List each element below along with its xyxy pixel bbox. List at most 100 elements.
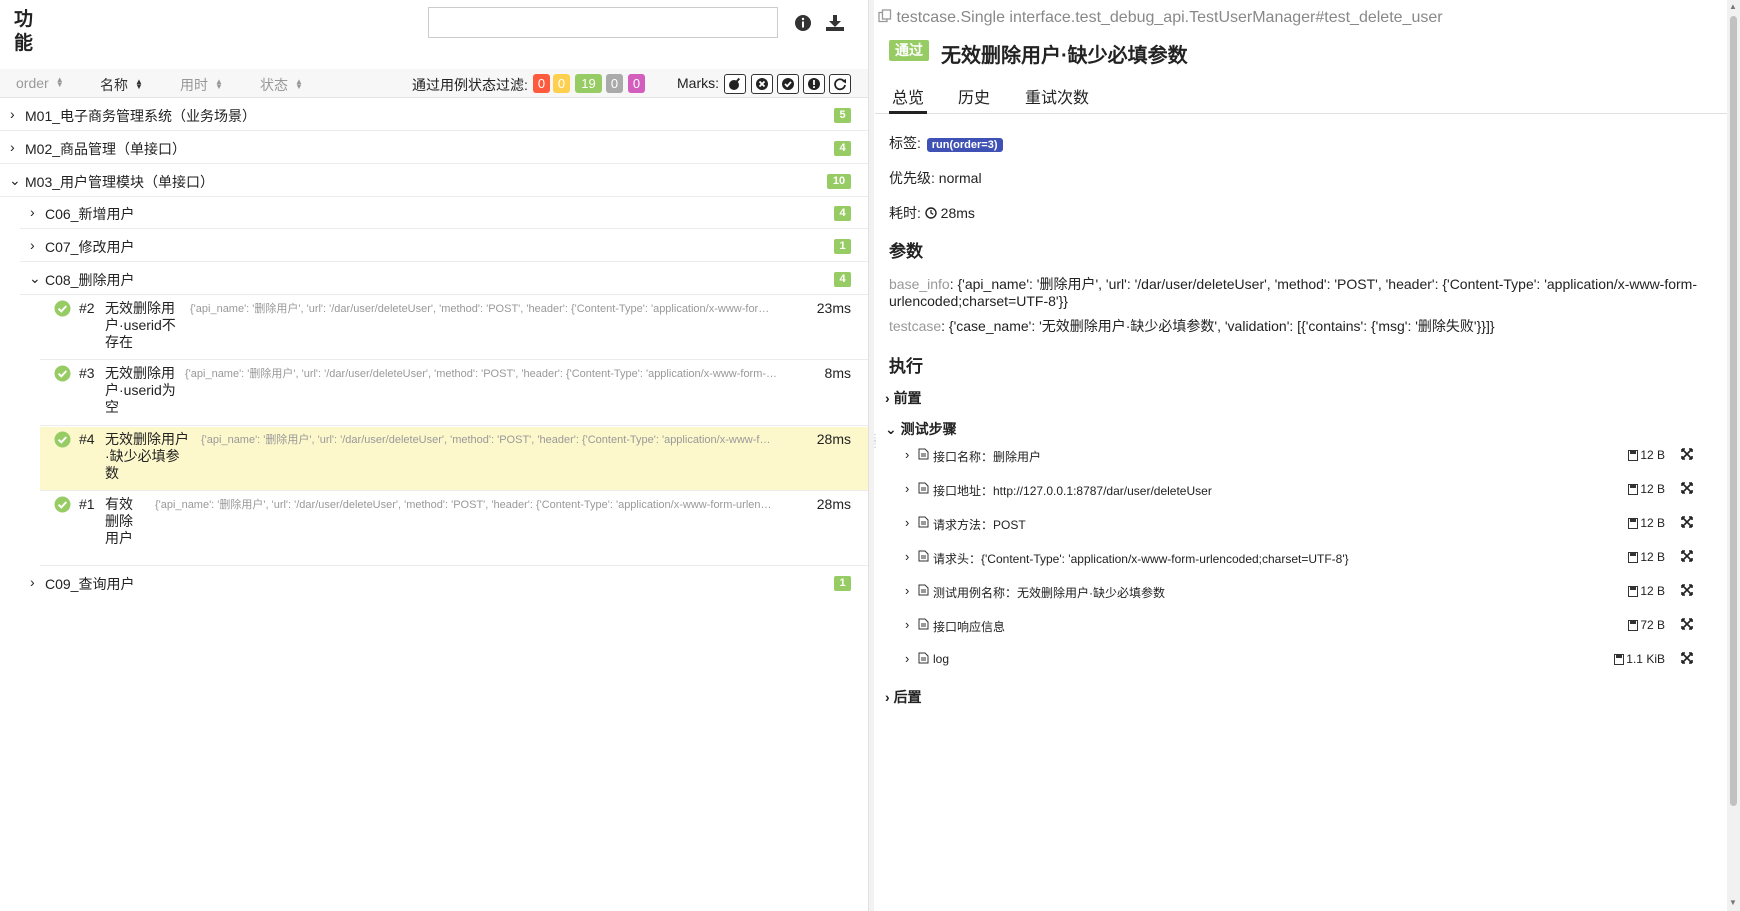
tab-history[interactable]: 历史 [958, 84, 990, 114]
scroll-down-icon[interactable]: ▼ [1729, 898, 1737, 907]
mark-new-passed-icon[interactable] [777, 74, 799, 94]
chevron-right-icon: › [30, 204, 35, 220]
count-badge: 4 [834, 272, 851, 287]
attachment-size: 12 B [1628, 584, 1665, 598]
tree-node-c08[interactable]: ⌄ C08_删除用户 4 [0, 270, 868, 292]
chevron-down-icon: ⌄ [29, 270, 41, 286]
params-heading: 参数 [889, 242, 923, 261]
tree-node-c09[interactable]: › C09_查询用户 1 [0, 574, 868, 596]
sort-name[interactable]: 名称 ▲ ▼ [100, 75, 143, 95]
priority-row: 优先级: normal [889, 170, 982, 186]
test-case-row[interactable]: #2 无效删除用户·userid不存在 {'api_name': '删除用户',… [40, 296, 868, 360]
chevron-right-icon: › [10, 139, 15, 155]
passed-icon [54, 431, 71, 453]
step-row[interactable]: › 接口地址：http://127.0.0.1:8787/dar/user/de… [905, 479, 1705, 501]
chevron-right-icon: › [905, 583, 910, 598]
mark-flaky-icon[interactable] [724, 74, 746, 94]
step-row[interactable]: › log 1.1 KiB [905, 649, 1705, 671]
mark-retries-icon[interactable] [829, 74, 851, 94]
document-icon [918, 652, 929, 667]
scroll-up-icon[interactable]: ▲ [1729, 2, 1737, 11]
divider [0, 163, 868, 164]
divider [0, 130, 868, 131]
step-row[interactable]: › 接口响应信息 72 B [905, 615, 1705, 637]
search-input[interactable] [428, 7, 778, 38]
tree-node-m02[interactable]: › M02_商品管理（单接口） 4 [0, 139, 868, 161]
tree-node-c07[interactable]: › C07_修改用户 1 [0, 237, 868, 259]
sort-bar: order ▲ ▼ 名称 ▲ ▼ 用时 ▲ ▼ 状态 ▲ ▼ 通过用例状态过滤: 0 0 19 … [0, 69, 868, 98]
sort-duration[interactable]: 用时 ▲ ▼ [180, 75, 223, 95]
mark-new-failed-icon[interactable] [751, 74, 773, 94]
case-params: {'api_name': '删除用户', 'url': '/dar/user/d… [190, 303, 770, 315]
count-badge: 4 [834, 206, 851, 221]
count-badge: 4 [834, 141, 851, 156]
count-badge: 1 [834, 239, 851, 254]
divider [20, 261, 868, 262]
page-title: 无效删除用户·缺少必填参数 [941, 45, 1188, 67]
count-badge: 1 [834, 576, 851, 591]
case-duration: 8ms [824, 365, 851, 381]
step-row[interactable]: › 请求方法：POST 12 B [905, 513, 1705, 535]
chevron-right-icon: › [10, 106, 15, 122]
teardown-toggle[interactable]: › 后置 [885, 687, 922, 707]
filter-failed-badge[interactable]: 0 [533, 74, 550, 93]
save-icon [1628, 586, 1639, 597]
vertical-scrollbar[interactable]: ▲ ▼ [1727, 0, 1740, 911]
setup-toggle[interactable]: › 前置 [885, 388, 922, 408]
filter-passed-badge[interactable]: 19 [575, 74, 602, 93]
copy-icon[interactable] [878, 9, 892, 23]
chevron-right-icon: › [30, 574, 35, 590]
chevron-right-icon: › [905, 447, 910, 462]
expand-icon[interactable] [1681, 652, 1693, 667]
expand-icon[interactable] [1681, 482, 1693, 497]
document-icon [918, 516, 929, 531]
case-name: 无效删除用户·缺少必填参数 [105, 431, 189, 481]
passed-icon [54, 365, 71, 387]
marks-label: Marks: [677, 75, 719, 91]
expand-icon[interactable] [1681, 550, 1693, 565]
tree-node-c06[interactable]: › C06_新增用户 4 [0, 204, 868, 226]
step-row[interactable]: › 请求头：{'Content-Type': 'application/x-ww… [905, 547, 1705, 569]
param-testcase: testcase: {'case_name': '无效删除用户·缺少必填参数',… [889, 318, 1495, 334]
filter-broken-badge[interactable]: 0 [553, 74, 570, 93]
case-params: {'api_name': '删除用户', 'url': '/dar/user/d… [185, 368, 778, 380]
tab-retries[interactable]: 重试次数 [1025, 84, 1089, 114]
document-icon [918, 584, 929, 599]
step-row[interactable]: › 测试用例名称：无效删除用户·缺少必填参数 12 B [905, 581, 1705, 603]
case-name: 无效删除用户·userid为空 [105, 365, 176, 415]
test-case-row[interactable]: #1 有效删除用户 {'api_name': '删除用户', 'url': '/… [40, 492, 868, 566]
scrollbar-thumb[interactable] [1730, 16, 1737, 806]
tab-overview[interactable]: 总览 [889, 84, 928, 114]
download-icon[interactable] [824, 12, 846, 34]
save-icon [1628, 518, 1639, 529]
sort-status[interactable]: 状态 ▲ ▼ [260, 75, 303, 95]
chevron-right-icon: › [905, 549, 910, 564]
test-case-row[interactable]: #3 无效删除用户·userid为空 {'api_name': '删除用户', … [40, 361, 868, 426]
chevron-down-icon: ⌄ [9, 172, 21, 188]
save-icon [1628, 450, 1639, 461]
mark-new-broken-icon[interactable] [803, 74, 825, 94]
filter-skipped-badge[interactable]: 0 [606, 74, 623, 93]
attachment-size: 72 B [1628, 618, 1665, 632]
tree-node-m03[interactable]: ⌄ M03_用户管理模块（单接口） 10 [0, 172, 868, 194]
case-params: {'api_name': '删除用户', 'url': '/dar/user/d… [155, 499, 772, 511]
pane-splitter[interactable]: ⋮ ⋮ [868, 0, 880, 911]
info-icon[interactable] [792, 12, 814, 34]
attachment-size: 12 B [1628, 516, 1665, 530]
expand-icon[interactable] [1681, 448, 1693, 463]
expand-icon[interactable] [1681, 516, 1693, 531]
test-steps-toggle[interactable]: ⌄ 测试步骤 [885, 419, 957, 439]
tag-badge: run(order=3) [926, 138, 1003, 152]
sort-order[interactable]: order ▲ ▼ [16, 75, 64, 91]
step-row[interactable]: › 接口名称：删除用户 12 B [905, 445, 1705, 467]
tree-node-m01[interactable]: › M01_电子商务管理系统（业务场景） 5 [0, 106, 868, 128]
filter-unknown-badge[interactable]: 0 [628, 74, 645, 93]
expand-icon[interactable] [1681, 618, 1693, 633]
save-icon [1614, 654, 1625, 665]
expand-icon[interactable] [1681, 584, 1693, 599]
status-filter-label: 通过用例状态过滤: [412, 77, 528, 93]
chevron-right-icon: › [905, 515, 910, 530]
test-case-row-selected[interactable]: #4 无效删除用户·缺少必填参数 {'api_name': '删除用户', 'u… [40, 427, 868, 491]
attachment-size: 12 B [1628, 482, 1665, 496]
tags-row: 标签: run(order=3) [889, 133, 1003, 153]
